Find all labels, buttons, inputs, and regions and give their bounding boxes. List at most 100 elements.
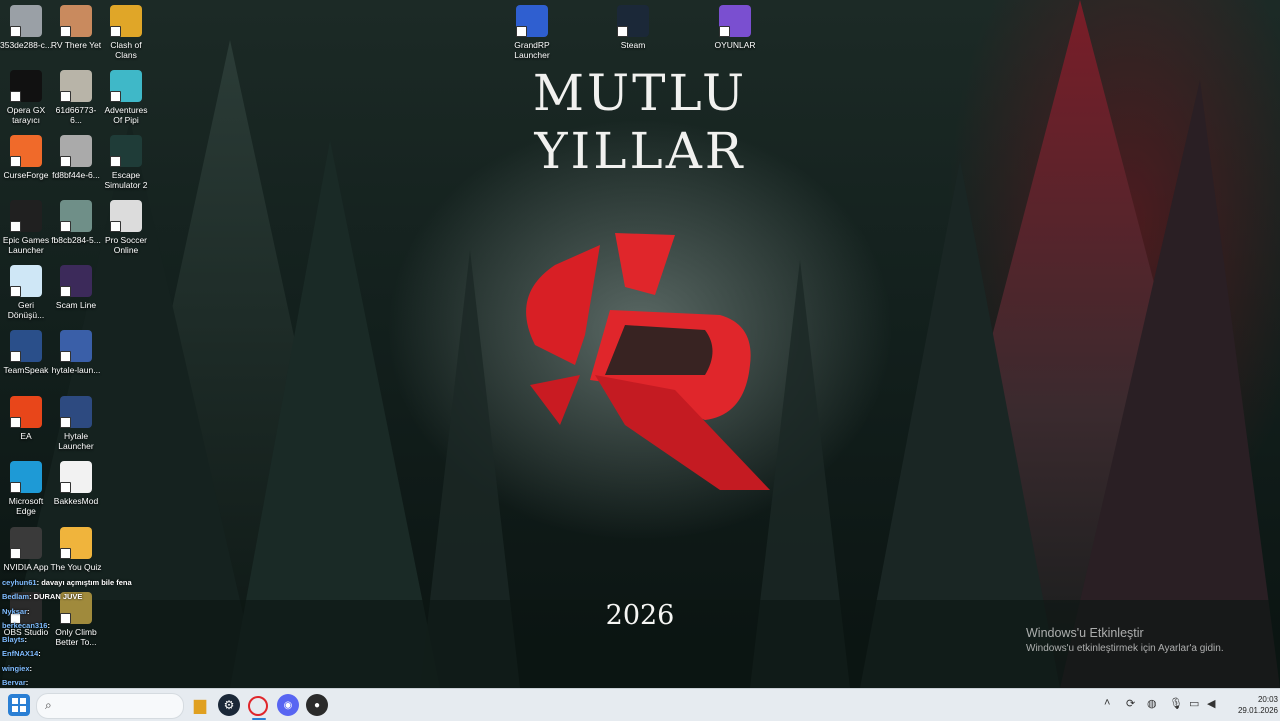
chat-message: ceyhun61: davayı açmıştım bile fena bbox=[2, 578, 172, 592]
chat-message: wingiex: bbox=[2, 664, 172, 678]
desktop-icon[interactable]: Microsoft Edge bbox=[0, 461, 52, 516]
taskbar: ⌕ ▆ ⚙ ◉ ● ˄ ⟳ ◍ 🎙︎ ▭ ◀ 20:03 29.01.2026 bbox=[0, 688, 1280, 721]
activation-hint: Windows'u etkinleştirmek için Ayarlar'a … bbox=[1026, 643, 1224, 654]
chat-message: berkecan316: bbox=[2, 621, 172, 635]
desktop-icon-label: The You Quiz bbox=[50, 562, 102, 572]
chat-text: : bbox=[47, 620, 50, 630]
desktop-icon-label: RV There Yet bbox=[50, 40, 102, 50]
desktop-icon[interactable]: RV There Yet bbox=[50, 5, 102, 50]
chat-text: : bbox=[38, 649, 41, 659]
chat-username: Bervar bbox=[2, 678, 26, 688]
steam-icon[interactable]: ⚙ bbox=[218, 694, 240, 716]
desktop-icon[interactable]: Pro Soccer Online bbox=[100, 200, 152, 255]
desktop-icon[interactable]: BakkesMod bbox=[50, 461, 102, 506]
file-icon bbox=[10, 5, 42, 37]
desktop-icon-label: fd8bf44e-6... bbox=[52, 170, 100, 180]
volume-icon[interactable]: ◀ bbox=[1207, 697, 1215, 710]
desktop-icon-label: Hytale Launcher bbox=[58, 431, 94, 451]
desktop-icon[interactable]: Steam bbox=[607, 5, 659, 50]
desktop-icon[interactable]: CurseForge bbox=[0, 135, 52, 180]
taskbar-clock[interactable]: 20:03 29.01.2026 bbox=[1226, 694, 1278, 716]
chat-text: : bbox=[29, 663, 33, 673]
quiz-icon bbox=[60, 527, 92, 559]
search-icon: ⌕ bbox=[45, 698, 52, 712]
file-explorer-icon[interactable]: ▆ bbox=[189, 694, 211, 716]
desktop-icon-label: GrandRP Launcher bbox=[514, 40, 550, 60]
desktop-icon[interactable]: TeamSpeak bbox=[0, 330, 52, 375]
desktop-icon-label: Opera GX tarayıcı bbox=[6, 105, 46, 125]
desktop-icon[interactable]: fd8bf44e-6... bbox=[50, 135, 102, 180]
chat-message: EnfNAX14: bbox=[2, 649, 172, 663]
game-icon bbox=[110, 5, 142, 37]
desktop-icon[interactable]: fb8cb284-5... bbox=[50, 200, 102, 245]
chat-text: : bbox=[25, 678, 29, 688]
desktop-icon[interactable]: The You Quiz bbox=[50, 527, 102, 572]
desktop-icon[interactable]: Opera GX tarayıcı bbox=[0, 70, 52, 125]
desktop-icon-label: OYUNLAR bbox=[714, 40, 756, 50]
desktop-icon[interactable]: Escape Simulator 2 bbox=[100, 135, 152, 190]
edge-icon bbox=[10, 461, 42, 493]
epic-icon bbox=[10, 200, 42, 232]
desktop-icon[interactable]: Geri Dönüşü... bbox=[0, 265, 52, 320]
desktop-icon-label: Epic Games Launcher bbox=[2, 235, 50, 255]
desktop-icon-label: hytale-laun... bbox=[51, 365, 101, 375]
folder-icon bbox=[719, 5, 751, 37]
desktop-icon-label: Microsoft Edge bbox=[8, 496, 44, 516]
wallpaper-year: 2026 bbox=[605, 600, 675, 631]
desktop-icon-label: Geri Dönüşü... bbox=[7, 300, 45, 320]
clock-time: 20:03 bbox=[1257, 695, 1278, 704]
game-icon bbox=[110, 135, 142, 167]
desktop-icon[interactable]: 61d66773-6... bbox=[50, 70, 102, 125]
activation-title: Windows'u Etkinleştir bbox=[1026, 626, 1144, 640]
chat-username: Bedlam bbox=[2, 592, 30, 602]
curseforge-icon bbox=[10, 135, 42, 167]
desktop-icon-label: NVIDIA App bbox=[3, 562, 49, 572]
hytale-icon bbox=[60, 330, 92, 362]
game-icon bbox=[60, 265, 92, 297]
chat-message: Blayts: bbox=[2, 635, 172, 649]
microphone-icon[interactable]: 🎙︎ bbox=[1169, 697, 1183, 710]
desktop-icon[interactable]: 353de288-c... bbox=[0, 5, 52, 50]
discord-icon[interactable]: ◉ bbox=[277, 694, 299, 716]
desktop-wallpaper: MUTLU YILLAR 2026 Windows'u Etkinleştir … bbox=[0, 0, 1280, 688]
ea-icon bbox=[10, 396, 42, 428]
teamspeak-icon bbox=[10, 330, 42, 362]
chat-text: : davayı açmıştım bile fena bbox=[36, 578, 132, 587]
sync-icon[interactable]: ⟳ bbox=[1126, 697, 1135, 710]
chat-username: Nyksar bbox=[2, 606, 28, 616]
opera-gx-icon[interactable] bbox=[248, 696, 268, 716]
desktop-icon[interactable]: GrandRP Launcher bbox=[506, 5, 558, 60]
desktop-icon-label: Adventures Of Pipi bbox=[104, 105, 148, 125]
desktop-icon-label: 61d66773-6... bbox=[55, 105, 97, 125]
chat-message: Nyksar: bbox=[2, 607, 172, 621]
obs-icon[interactable]: ● bbox=[306, 694, 328, 716]
desktop-icon-label: TeamSpeak bbox=[3, 365, 49, 375]
desktop-icon[interactable]: hytale-laun... bbox=[50, 330, 102, 375]
desktop-icon[interactable]: Epic Games Launcher bbox=[0, 200, 52, 255]
desktop-icon[interactable]: OYUNLAR bbox=[709, 5, 761, 50]
desktop-icon-label: Escape Simulator 2 bbox=[104, 170, 148, 190]
file-icon bbox=[60, 200, 92, 232]
desktop-icon[interactable]: EA bbox=[0, 396, 52, 441]
game-icon bbox=[110, 70, 142, 102]
game-icon bbox=[110, 200, 142, 232]
desktop-icon[interactable]: Hytale Launcher bbox=[50, 396, 102, 451]
clock-date: 29.01.2026 bbox=[1237, 706, 1278, 715]
opera-icon bbox=[10, 70, 42, 102]
desktop-icon[interactable]: Scam Line bbox=[50, 265, 102, 310]
desktop-icon[interactable]: NVIDIA App bbox=[0, 527, 52, 572]
desktop-icon-label: Scam Line bbox=[55, 300, 97, 310]
taskbar-search-box[interactable]: ⌕ bbox=[36, 693, 184, 719]
chat-username: Blayts bbox=[2, 635, 25, 645]
desktop-icon[interactable]: Adventures Of Pipi bbox=[100, 70, 152, 125]
start-icon[interactable] bbox=[8, 694, 30, 716]
chat-username: EnfNAX14 bbox=[2, 649, 39, 659]
desktop-icon[interactable]: Clash of Clans bbox=[100, 5, 152, 60]
file-icon bbox=[60, 135, 92, 167]
desktop-icon-label: Pro Soccer Online bbox=[104, 235, 148, 255]
recycle-bin-icon bbox=[10, 265, 42, 297]
display-icon[interactable]: ▭ bbox=[1189, 697, 1199, 710]
network-icon[interactable]: ◍ bbox=[1147, 697, 1157, 710]
chat-message: Bedlam: DURAN JUVE bbox=[2, 592, 172, 606]
chevron-up-icon[interactable]: ˄ bbox=[1104, 697, 1110, 709]
